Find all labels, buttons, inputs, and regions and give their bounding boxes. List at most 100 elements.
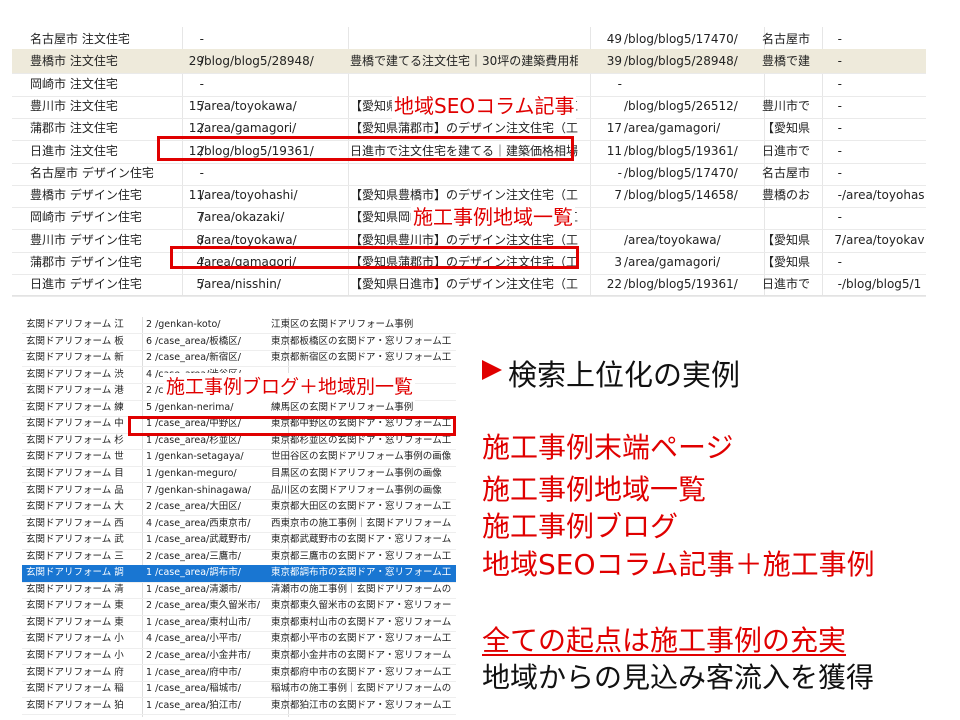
- table-cell: 玄関ドアリフォーム 府中市: [26, 666, 124, 678]
- table-cell: 玄関ドアリフォーム 港区: [26, 385, 124, 397]
- table-cell: /area/toyokawa/: [624, 232, 721, 247]
- table-cell: 豊橋のお: [762, 188, 811, 203]
- table-cell: -: [837, 98, 842, 113]
- table-cell: 【愛知県: [762, 232, 811, 247]
- table-row[interactable]: 玄関ドアリフォーム 稲城市 1 /case_area/稲城市/稲城市の施工事例｜玄…: [22, 681, 456, 699]
- table-cell: 東京都板橋区の玄関ドア・窓リフォーム工事事例: [271, 335, 451, 347]
- table-cell: 49: [606, 32, 622, 46]
- table-row[interactable]: 玄関ドアリフォーム 世田谷… 1 /genkan-setagaya/世田谷区の玄関…: [22, 449, 456, 467]
- table-cell: /area/nisshin/: [200, 277, 281, 292]
- table-cell: 東京都府中市の玄関ドア・窓リフォーム工事事例: [271, 666, 451, 678]
- table-cell: 玄関ドアリフォーム 世田谷…: [26, 451, 124, 463]
- table-cell: 玄関ドアリフォーム 三鷹市: [26, 550, 124, 562]
- list-item-area-list: 施工事例地域一覧: [482, 473, 707, 506]
- table-cell: 玄関ドアリフォーム 練馬区: [26, 401, 124, 413]
- highlight-box-blog-row: [157, 136, 574, 161]
- table-cell: 東京都三鷹市の玄関ドア・窓リフォーム工事事例: [271, 550, 451, 562]
- table-row[interactable]: 玄関ドアリフォーム 調布市 1 /case_area/調布市/東京都調布市の玄関ド…: [22, 565, 456, 583]
- table-cell: /blog/blog5/19361/: [624, 277, 738, 292]
- table-cell: 豊川市 デザイン住宅: [30, 232, 142, 247]
- table-row[interactable]: 玄関ドアリフォーム 大田区 2 /case_area/大田区/東京都大田区の玄関ド…: [22, 499, 456, 517]
- table-cell: -: [837, 143, 842, 158]
- table-cell: 東京都新宿区の玄関ドア・窓リフォーム工事事例: [271, 352, 451, 364]
- table-cell: /area/okazaki/: [200, 210, 285, 225]
- table-cell: 稲城市の施工事例｜玄関ドアリフォームの玄関: [271, 683, 451, 695]
- table-cell: 世田谷区の玄関ドアリフォーム事例の画像: [271, 451, 451, 463]
- table-row[interactable]: 玄関ドアリフォーム 武蔵野… 1 /case_area/武蔵野市/東京都武蔵野市の…: [22, 532, 456, 550]
- table-row[interactable]: 日進市 デザイン住宅 5/area/nisshin/【愛知県日進市】のデザイン注文…: [12, 272, 926, 298]
- table-row[interactable]: 玄関ドアリフォーム 三鷹市 2 /case_area/三鷹市/東京都三鷹市の玄関ド…: [22, 549, 456, 567]
- table-cell: 玄関ドアリフォーム 清瀬市: [26, 583, 124, 595]
- table-cell: 東京都武蔵野市の玄関ドア・窓リフォーム工事事例: [271, 534, 451, 546]
- table-cell: 2 /case_area/大田区/: [146, 501, 241, 513]
- table-cell: 豊橋で建: [762, 54, 811, 69]
- table-cell: /area/toyokawa/: [200, 98, 297, 113]
- table-cell: 東京都東久留米市の玄関ドア・窓リフォーム工事: [271, 600, 451, 612]
- table-cell: 名古屋市 デザイン住宅: [30, 165, 154, 180]
- table-cell: 日進市で: [762, 143, 811, 158]
- table-cell: 江東区の玄関ドアリフォーム事例: [271, 319, 414, 330]
- table-row[interactable]: 玄関ドアリフォーム 清瀬市 1 /case_area/清瀬市/清瀬市の施工事例｜玄…: [22, 582, 456, 600]
- table-row[interactable]: 玄関ドアリフォーム 東村山… 1 /case_area/東村山市/東京都東村山市の…: [22, 615, 456, 633]
- table-cell: 7 /genkan-shinagawa/: [146, 484, 251, 496]
- table-cell: 1 /case_area/清瀬市/: [146, 583, 241, 595]
- table-cell: 2 /case_area/三鷹市/: [146, 550, 241, 562]
- table-cell: 1 /case_area/武蔵野市/: [146, 534, 251, 546]
- table-cell: /blog/blog5/19361/: [624, 143, 738, 158]
- table-row[interactable]: 玄関ドアリフォーム 目黒区 1 /genkan-meguro/目黒区の玄関ドアリフ…: [22, 466, 456, 484]
- table-row[interactable]: 名古屋市 注文住宅 - 49/blog/blog5/17470/名古屋市 -: [12, 27, 926, 52]
- table-cell: 東京都東村山市の玄関ドア・窓リフォーム工事事例: [271, 616, 451, 628]
- table-row[interactable]: 玄関ドアリフォーム 練馬区 5 /genkan-nerima/練馬区の玄関ドアリフ…: [22, 400, 456, 418]
- table-cell: 玄関ドアリフォーム 東久留…: [26, 600, 124, 612]
- table-cell: 蒲郡市 デザイン住宅: [30, 255, 142, 269]
- table-cell: 東京都調布市の玄関ドア・窓リフォーム工事事例: [271, 567, 451, 579]
- table-cell: 豊橋市 デザイン住宅: [30, 188, 142, 203]
- table-cell: /area/gamagori/: [624, 255, 721, 269]
- table-row[interactable]: 名古屋市 デザイン住宅 - -/blog/blog5/17470/名古屋市 -: [12, 161, 926, 186]
- table-cell: 玄関ドアリフォーム 小平市: [26, 633, 124, 645]
- table-cell: 2 /case_area/新宿区/: [146, 352, 241, 364]
- table-row[interactable]: 玄関ドアリフォーム 小金井… 2 /case_area/小金井市/東京都小金井市の…: [22, 648, 456, 666]
- table-cell: 目黒区の玄関ドアリフォーム事例の画像: [271, 467, 442, 479]
- table-cell: -: [837, 32, 842, 46]
- callout-area-list: 施工事例地域一覧: [411, 203, 575, 231]
- table-cell: /blog/blog5/28948/: [624, 54, 738, 69]
- key-point-underlined: 全ての起点は施工事例の充実: [482, 624, 847, 657]
- table-row[interactable]: 玄関ドアリフォーム 江東区 2 /genkan-koto/江東区の玄関ドアリフォー…: [22, 317, 456, 335]
- table-row[interactable]: 玄関ドアリフォーム 新宿区 2 /case_area/新宿区/東京都新宿区の玄関ド…: [22, 350, 456, 368]
- table-cell: /area/toyokav: [842, 232, 925, 247]
- table-cell: 1 /genkan-meguro/: [146, 467, 237, 479]
- table-cell: /blog/blog5/28948/: [200, 54, 314, 69]
- table-row[interactable]: 玄関ドアリフォーム 小平市 4 /case_area/小平市/東京都小平市の玄関ド…: [22, 631, 456, 649]
- table-row[interactable]: 豊橋市 注文住宅 29/blog/blog5/28948/豊橋で建てる注文住宅｜3…: [12, 49, 926, 75]
- table-cell: 玄関ドアリフォーム 狛江市: [26, 699, 124, 711]
- table-cell: 豊橋市 注文住宅: [30, 54, 118, 69]
- table-row[interactable]: 玄関ドアリフォーム 東久留… 2 /case_area/東久留米市/東京都東久留米…: [22, 598, 456, 616]
- table-cell: -: [837, 165, 842, 180]
- table-cell: 玄関ドアリフォーム 渋谷区: [26, 368, 124, 380]
- table-cell: 玄関ドアリフォーム 調布市: [26, 567, 124, 579]
- table-cell: 豊川市で: [762, 98, 811, 113]
- table-row[interactable]: 玄関ドアリフォーム 府中市 1 /case_area/府中市/東京都府中市の玄関ド…: [22, 665, 456, 682]
- table-cell: 玄関ドアリフォーム 板橋区: [26, 335, 124, 347]
- table-cell: -: [837, 76, 842, 91]
- table-cell: 岡崎市 注文住宅: [30, 76, 118, 91]
- table-row[interactable]: 玄関ドアリフォーム 西東京… 4 /case_area/西東京市/西東京市の施工事…: [22, 516, 456, 533]
- table-cell: 玄関ドアリフォーム 大田区: [26, 501, 124, 513]
- triangle-right-icon: [482, 360, 502, 380]
- table-cell: 3: [614, 255, 622, 269]
- table-row[interactable]: 玄関ドアリフォーム 狛江市 1 /case_area/狛江市/東京都狛江市の玄関ド…: [22, 698, 456, 716]
- table-cell: 玄関ドアリフォーム 江東区: [26, 319, 124, 330]
- list-item-seo-column: 地域SEOコラム記事＋施工事例: [482, 548, 875, 581]
- table-cell: 玄関ドアリフォーム 武蔵野…: [26, 534, 124, 546]
- table-cell: -: [199, 165, 204, 180]
- table-cell: -: [837, 277, 842, 292]
- table-cell: -: [617, 76, 622, 91]
- callout-blog-area: 施工事例ブログ＋地域別一覧: [164, 373, 416, 401]
- table-cell: 東京都狛江市の玄関ドア・窓リフォーム工事事例: [271, 699, 451, 711]
- table-row[interactable]: 玄関ドアリフォーム 板橋区 6 /case_area/板橋区/東京都板橋区の玄関ド…: [22, 334, 456, 351]
- table-cell: /area/toyohas: [842, 188, 925, 203]
- table-cell: 4 /case_area/西東京市/: [146, 517, 251, 529]
- table-cell: 17: [606, 121, 622, 136]
- table-row[interactable]: 玄関ドアリフォーム 品川区 7 /genkan-shinagawa/品川区の玄関ド…: [22, 483, 456, 500]
